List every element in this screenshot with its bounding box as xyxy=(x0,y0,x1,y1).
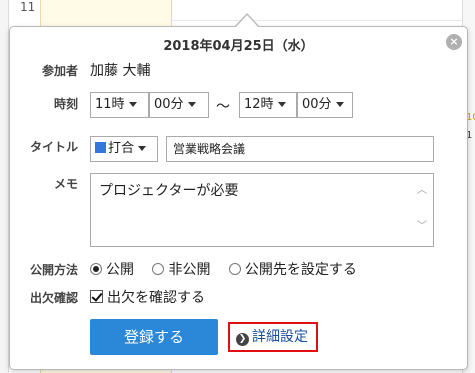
end-minute-select[interactable]: 00分 xyxy=(297,92,353,118)
time-label: 時刻 xyxy=(53,97,78,111)
participants-value: 加藤 大輔 xyxy=(90,63,151,79)
start-minute-select[interactable]: 00分 xyxy=(149,92,209,118)
attendance-label: 出欠確認 xyxy=(29,291,78,305)
calendar-day-number: 11 xyxy=(20,0,36,14)
category-color-icon xyxy=(95,142,106,153)
chevron-down-icon xyxy=(277,102,286,107)
visibility-label: 公開方法 xyxy=(29,263,78,277)
start-hour-select[interactable]: 11時 xyxy=(90,92,149,118)
radio-icon xyxy=(90,263,102,275)
participants-label: 参加者 xyxy=(41,64,78,78)
chevron-down-icon xyxy=(335,102,344,107)
start-hour-value: 11時 xyxy=(95,97,125,112)
chevron-right-circle-icon: ❯ xyxy=(236,333,249,346)
register-button[interactable]: 登録する xyxy=(90,319,218,355)
scroll-up-icon[interactable]: ︿ xyxy=(417,186,427,196)
memo-textarea[interactable]: プロジェクターが必要 ︿ ﹀ xyxy=(90,173,434,247)
scroll-down-icon[interactable]: ﹀ xyxy=(417,222,427,232)
schedule-popup: 2018年04月25日（水） × 参加者 加藤 大輔 時刻 11時 00分 ～ … xyxy=(9,13,468,370)
popup-date-title: 2018年04月25日（水） xyxy=(163,39,314,54)
start-minute-value: 00分 xyxy=(154,97,184,112)
calendar-bg-left xyxy=(0,0,9,373)
time-separator: ～ xyxy=(216,99,230,115)
radio-public[interactable]: 公開 xyxy=(90,262,134,278)
visibility-options: 公開 非公開 公開先を設定する xyxy=(90,259,371,279)
radio-custom-visibility[interactable]: 公開先を設定する xyxy=(228,262,357,278)
detail-settings-label: 詳細設定 xyxy=(252,329,308,345)
detail-settings-link[interactable]: ❯ 詳細設定 xyxy=(228,322,318,352)
chevron-down-icon xyxy=(138,146,147,151)
end-minute-value: 00分 xyxy=(302,97,332,112)
close-icon[interactable]: × xyxy=(446,34,462,50)
attendance-checkbox-label: 出欠を確認する xyxy=(107,290,205,306)
title-label: タイトル xyxy=(29,140,78,154)
attendance-checkbox[interactable]: 出欠を確認する xyxy=(90,287,205,307)
memo-value: プロジェクターが必要 xyxy=(99,183,239,199)
title-input[interactable]: 営業戦略会議 xyxy=(166,136,434,162)
radio-icon xyxy=(228,263,241,275)
category-select[interactable]: 打合 xyxy=(90,136,158,162)
end-hour-value: 12時 xyxy=(244,97,274,112)
end-hour-select[interactable]: 12時 xyxy=(239,92,297,118)
calendar-gridline xyxy=(170,20,462,21)
memo-label: メモ xyxy=(53,177,78,191)
chevron-down-icon xyxy=(187,102,196,107)
chevron-down-icon xyxy=(128,102,137,107)
radio-icon xyxy=(152,263,165,275)
checkbox-icon xyxy=(90,290,103,303)
radio-private[interactable]: 非公開 xyxy=(152,262,210,278)
category-value: 打合 xyxy=(108,141,135,156)
